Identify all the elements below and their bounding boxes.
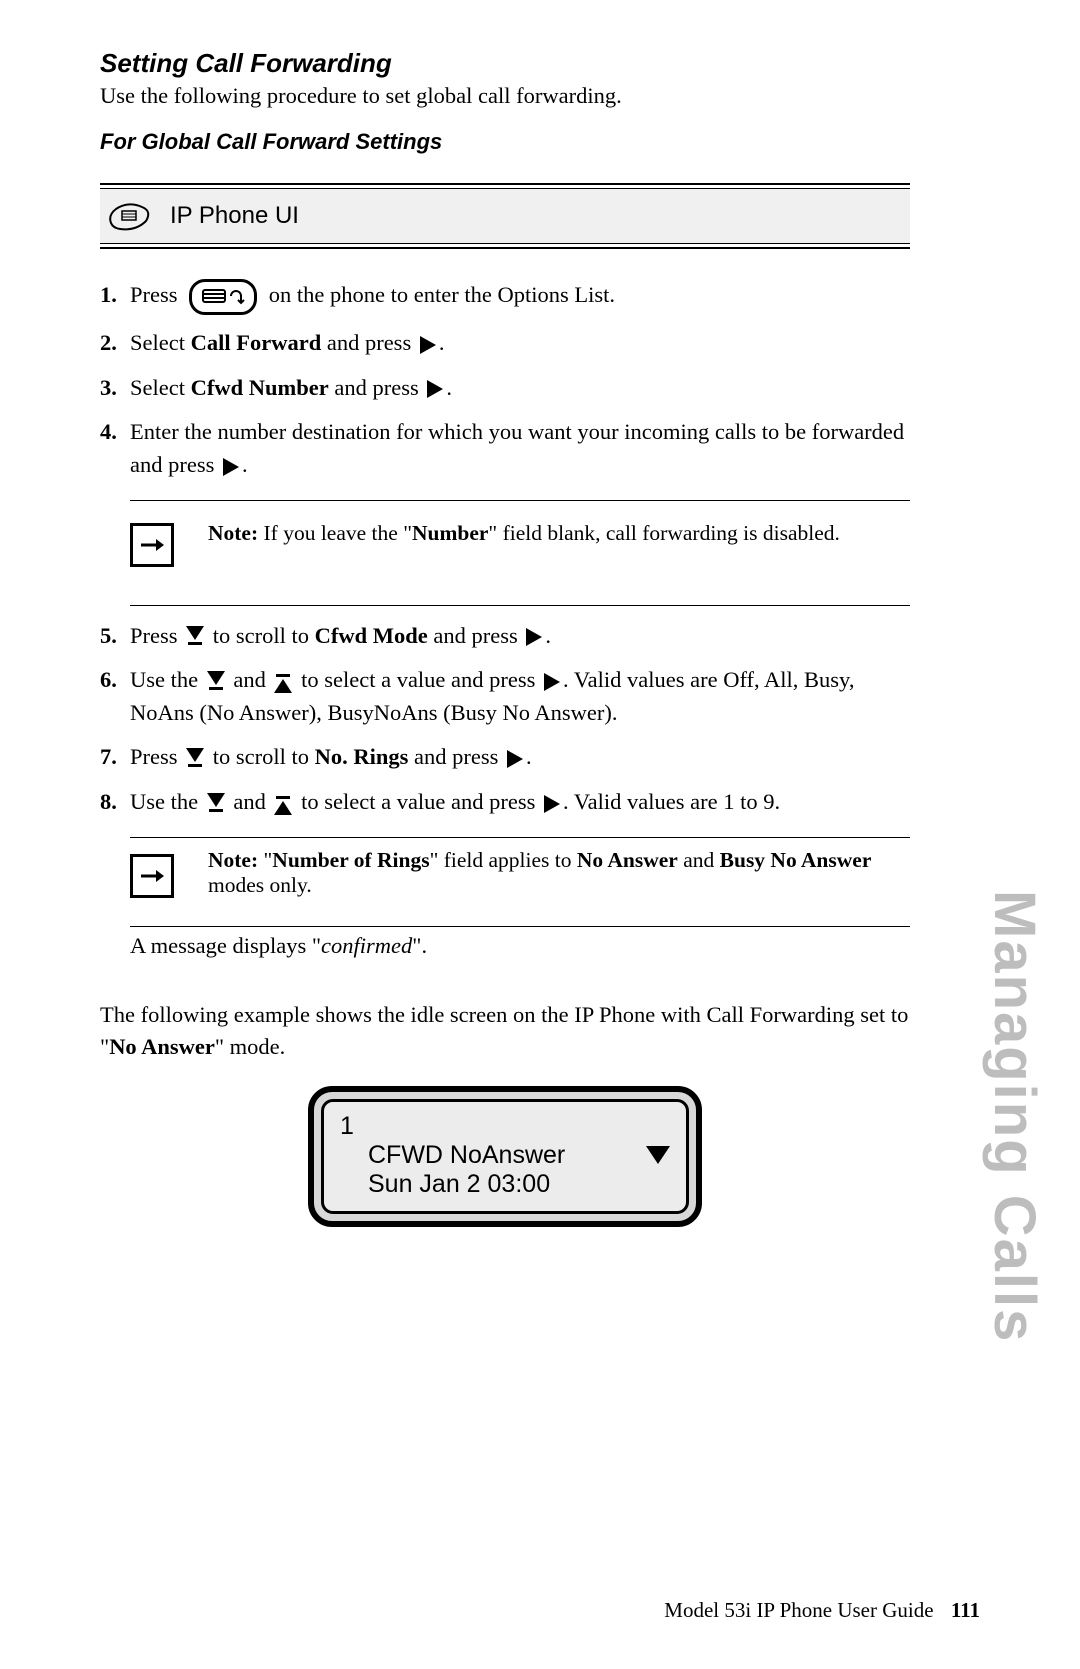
- right-arrow-icon: [544, 795, 560, 813]
- page-content: Setting Call Forwarding Use the followin…: [100, 48, 910, 1227]
- step-3: 3. Select Cfwd Number and press .: [100, 372, 910, 405]
- down-arrow-icon: [186, 626, 204, 648]
- phone-screen: 1 CFWD NoAnswer Sun Jan 2 03:00: [308, 1086, 702, 1227]
- down-arrow-icon: [186, 748, 204, 770]
- step-1: 1. Press on the phone to enter the Optio…: [100, 279, 910, 315]
- step-text: .: [446, 375, 452, 400]
- options-key-icon: [189, 279, 257, 315]
- screen-line-2: CFWD NoAnswer: [340, 1141, 670, 1170]
- step-6: 6. Use the and to select a value and pre…: [100, 664, 910, 729]
- step-7: 7. Press to scroll to No. Rings and pres…: [100, 741, 910, 774]
- down-arrow-icon: [207, 671, 225, 693]
- phone-sketch-icon: [106, 199, 152, 233]
- step-text: on the phone to enter the Options List.: [269, 282, 615, 307]
- note-block: Note: "Number of Rings" field applies to…: [100, 838, 910, 908]
- step-text: Use the: [130, 667, 204, 692]
- screen-line-1: 1: [340, 1112, 670, 1141]
- sub-heading: For Global Call Forward Settings: [100, 129, 910, 155]
- right-arrow-icon: [427, 380, 443, 398]
- note-text: Note: "Number of Rings" field applies to…: [208, 848, 910, 898]
- step-text: to select a value and press: [295, 667, 541, 692]
- step-text: to scroll to: [207, 744, 315, 769]
- step-text: Select: [130, 375, 191, 400]
- note-arrow-icon: [130, 523, 174, 567]
- rule: [130, 605, 910, 606]
- rule: [100, 247, 910, 249]
- step-2: 2. Select Call Forward and press .: [100, 327, 910, 360]
- step-text: Press: [130, 623, 183, 648]
- step-bold: Call Forward: [191, 330, 322, 355]
- footer: Model 53i IP Phone User Guide 111: [664, 1598, 980, 1623]
- step-5: 5. Press to scroll to Cfwd Mode and pres…: [100, 620, 910, 653]
- step-text: and: [228, 667, 272, 692]
- step-text: Press: [130, 282, 183, 307]
- step-bold: Cfwd Number: [191, 375, 329, 400]
- footer-doc-title: Model 53i IP Phone User Guide: [664, 1598, 933, 1622]
- example-text: The following example shows the idle scr…: [100, 999, 910, 1064]
- step-text: to select a value and press: [295, 789, 541, 814]
- phone-screen-inner: 1 CFWD NoAnswer Sun Jan 2 03:00: [321, 1099, 689, 1214]
- note-arrow-icon: [130, 854, 174, 898]
- step-text: and press: [428, 623, 524, 648]
- step-4: 4. Enter the number destination for whic…: [100, 416, 910, 481]
- right-arrow-icon: [420, 336, 436, 354]
- up-arrow-icon: [274, 671, 292, 693]
- right-arrow-icon: [223, 458, 239, 476]
- screen-line-3: Sun Jan 2 03:00: [340, 1170, 670, 1199]
- step-text: Use the: [130, 789, 204, 814]
- section-heading: Setting Call Forwarding: [100, 48, 910, 79]
- step-text: Select: [130, 330, 191, 355]
- step-text: and: [228, 789, 272, 814]
- note-text: Note: If you leave the "Number" field bl…: [208, 521, 910, 546]
- step-text: and press: [408, 744, 504, 769]
- step-text: .: [439, 330, 445, 355]
- ui-band: IP Phone UI: [100, 189, 910, 243]
- step-8: 8. Use the and to select a value and pre…: [100, 786, 910, 819]
- down-arrow-icon: [207, 793, 225, 815]
- up-arrow-icon: [274, 793, 292, 815]
- screen-text: CFWD NoAnswer: [340, 1141, 565, 1170]
- step-text: Press: [130, 744, 183, 769]
- step-text: and press: [329, 375, 425, 400]
- step-bold: Cfwd Mode: [315, 623, 428, 648]
- right-arrow-icon: [544, 673, 560, 691]
- section-tab: Managing Calls: [981, 890, 1048, 1343]
- intro-text: Use the following procedure to set globa…: [100, 83, 910, 109]
- step-bold: No. Rings: [315, 744, 409, 769]
- confirm-text: A message displays "confirmed".: [130, 933, 910, 959]
- right-arrow-icon: [507, 750, 523, 768]
- step-text: to scroll to: [207, 623, 315, 648]
- step-text: .: [242, 452, 248, 477]
- page-number: 111: [951, 1598, 980, 1622]
- step-text: and press: [321, 330, 417, 355]
- right-arrow-icon: [526, 628, 542, 646]
- step-text: . Valid values are 1 to 9.: [563, 789, 780, 814]
- down-arrow-icon: [646, 1146, 670, 1164]
- steps-list: 1. Press on the phone to enter the Optio…: [100, 279, 910, 482]
- rule: [130, 926, 910, 927]
- steps-list: 5. Press to scroll to Cfwd Mode and pres…: [100, 620, 910, 819]
- ui-band-label: IP Phone UI: [170, 202, 299, 230]
- step-text: .: [526, 744, 532, 769]
- step-text: .: [545, 623, 551, 648]
- note-block: Note: If you leave the "Number" field bl…: [100, 501, 910, 587]
